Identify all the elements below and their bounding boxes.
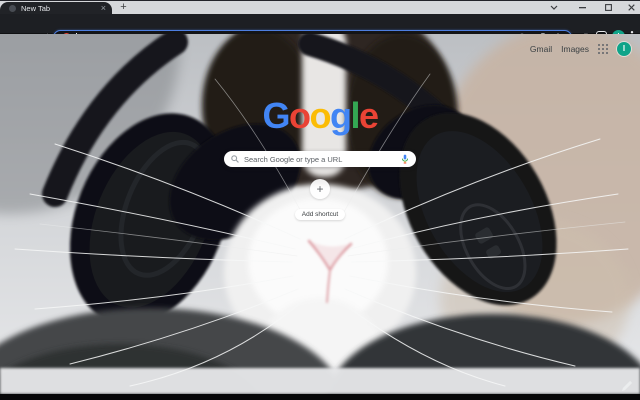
google-logo: Google: [0, 96, 640, 136]
add-shortcut-label-wrap: Add shortcut: [0, 203, 640, 221]
close-window-button[interactable]: [625, 1, 638, 14]
maximize-button[interactable]: [602, 1, 615, 14]
bottom-black-bar: [0, 394, 640, 400]
tab-search-chevron-icon[interactable]: [547, 1, 560, 14]
customize-chrome-button[interactable]: [620, 380, 633, 393]
search-icon: [231, 155, 239, 163]
add-shortcut-label[interactable]: Add shortcut: [294, 209, 346, 220]
tab-close-icon[interactable]: ×: [101, 4, 106, 13]
logo-letter: l: [350, 95, 360, 136]
logo-letter: o: [288, 95, 311, 136]
search-placeholder: Search Google or type a URL: [244, 154, 343, 164]
logo-letter: o: [309, 95, 331, 136]
logo-letter: G: [262, 95, 290, 136]
tab-title: New Tab: [21, 4, 51, 13]
plus-icon: +: [316, 182, 324, 196]
logo-letter: e: [359, 95, 379, 136]
ntp-profile-avatar[interactable]: I: [617, 42, 631, 56]
minimize-button[interactable]: [576, 1, 589, 14]
new-tab-page: Gmail Images I Google Search Google or t…: [0, 34, 640, 394]
ntp-search-bar[interactable]: Search Google or type a URL: [224, 151, 416, 167]
add-shortcut-button[interactable]: +: [310, 179, 330, 199]
titlebar: New Tab × +: [0, 0, 640, 15]
images-link[interactable]: Images: [561, 44, 589, 54]
google-apps-icon[interactable]: [598, 44, 608, 54]
new-tab-button[interactable]: +: [117, 1, 130, 14]
browser-window: New Tab × + Gmail Images I Google Search…: [0, 0, 640, 400]
microphone-icon[interactable]: [401, 154, 409, 164]
ntp-header: Gmail Images I: [530, 42, 631, 56]
tab-favicon-icon: [9, 5, 16, 12]
logo-letter: g: [329, 95, 352, 136]
toolbar: I: [0, 14, 640, 45]
pencil-icon: [622, 381, 632, 391]
gmail-link[interactable]: Gmail: [530, 44, 552, 54]
